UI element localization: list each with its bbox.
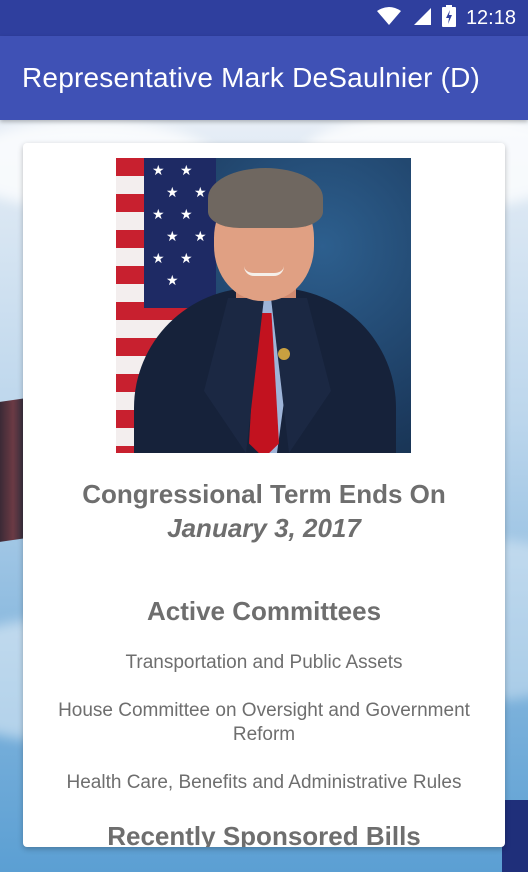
representative-portrait: ★ ★ ★ ★ ★ ★ ★ ★ ★ ★ ★ bbox=[116, 158, 411, 453]
sponsored-bills-heading: Recently Sponsored Bills bbox=[107, 821, 421, 847]
battery-charging-icon bbox=[441, 5, 456, 31]
app-bar: Representative Mark DeSaulnier (D) bbox=[0, 36, 528, 120]
committees-heading: Active Committees bbox=[146, 596, 382, 626]
term-end-date: January 3, 2017 bbox=[167, 513, 361, 543]
flag-fragment-right bbox=[502, 800, 528, 872]
committee-item: House Committee on Oversight and Governm… bbox=[58, 700, 470, 745]
term-end-label: Congressional Term Ends On bbox=[82, 479, 446, 509]
committee-item: Transportation and Public Assets bbox=[125, 652, 403, 673]
wifi-icon bbox=[376, 6, 402, 30]
committee-list: Transportation and Public Assets House C… bbox=[23, 651, 505, 819]
cell-signal-icon bbox=[412, 6, 432, 30]
page-title: Representative Mark DeSaulnier (D) bbox=[22, 62, 481, 93]
committee-item: Health Care, Benefits and Administrative… bbox=[66, 772, 462, 793]
status-bar: 12:18 bbox=[0, 0, 528, 36]
status-time: 12:18 bbox=[465, 6, 516, 29]
representative-card: ★ ★ ★ ★ ★ ★ ★ ★ ★ ★ ★ Congressional Term… bbox=[23, 143, 505, 847]
